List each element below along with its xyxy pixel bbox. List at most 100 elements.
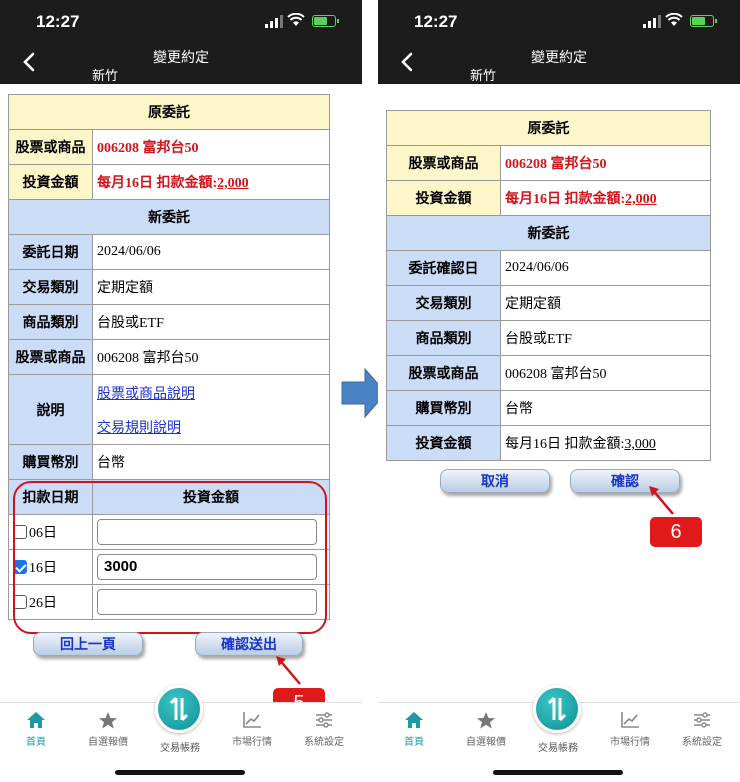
orig-amount-number: 2,000 <box>625 192 657 207</box>
confirm-date-label: 委託確認日 <box>386 250 501 286</box>
tab-home[interactable]: 首頁 <box>0 711 72 748</box>
currency-label: 購買幣別 <box>386 390 501 426</box>
new-amount-prefix: 每月16日 扣款金額: <box>505 437 625 452</box>
trade-fab[interactable] <box>533 685 581 733</box>
trade-fab[interactable] <box>155 685 203 733</box>
tab-settings-label: 系統設定 <box>304 737 344 748</box>
new-order-header: 新委託 <box>386 215 711 251</box>
tab-settings[interactable]: 系統設定 <box>666 711 738 748</box>
new-order-header: 新委託 <box>8 199 330 235</box>
currency-value: 台幣 <box>92 444 330 480</box>
orig-product-value: 006208 富邦台50 <box>500 145 711 181</box>
star-icon <box>99 712 117 729</box>
product-category-value: 台股或ETF <box>500 320 711 356</box>
wifi-icon <box>665 13 683 26</box>
nav-bar: 變更約定 新竹 <box>378 42 740 84</box>
tab-watchlist[interactable]: 自選報價 <box>72 711 144 748</box>
home-indicator <box>115 770 245 775</box>
confirm-table: 原委託 股票或商品 006208 富邦台50 投資金額 每月16日 扣款金額:2… <box>386 110 711 461</box>
tab-market[interactable]: 市場行情 <box>216 711 288 748</box>
home-icon <box>405 712 423 728</box>
orig-product-label: 股票或商品 <box>8 129 93 165</box>
orig-amount-value: 每月16日 扣款金額:2,000 <box>500 180 711 216</box>
currency-value: 台幣 <box>500 390 711 426</box>
orig-amount-label: 投資金額 <box>386 180 501 216</box>
tab-home[interactable]: 首頁 <box>378 711 450 748</box>
order-date-label: 委託日期 <box>8 234 93 270</box>
star-icon <box>477 712 495 729</box>
original-order-header: 原委託 <box>8 94 330 130</box>
nav-subtitle: 新竹 <box>470 68 497 83</box>
new-product-label: 股票或商品 <box>8 339 93 375</box>
orig-amount-prefix: 每月16日 扣款金額: <box>505 192 626 207</box>
home-indicator <box>493 770 623 775</box>
screen-step-5: 12:27 變更約定 新竹 原委託 股票或商品 006208 富邦台50 投資金… <box>0 0 362 782</box>
product-category-value: 台股或ETF <box>92 304 330 340</box>
new-amount-number: 3,000 <box>624 437 656 452</box>
original-order-header: 原委託 <box>386 110 711 146</box>
trade-icon <box>547 696 567 722</box>
nav-title: 變更約定 <box>153 49 209 65</box>
tab-watchlist[interactable]: 自選報價 <box>450 711 522 748</box>
screen-step-6: 12:27 變更約定 新竹 原委託 股票或商品 006208 富邦台50 投資金… <box>378 0 740 782</box>
nav-subtitle: 新竹 <box>92 68 119 83</box>
new-product-value: 006208 富邦台50 <box>92 339 330 375</box>
status-time: 12:27 <box>36 12 80 31</box>
tab-trade-label: 交易帳務 <box>538 743 578 754</box>
orig-amount-label: 投資金額 <box>8 164 93 200</box>
tab-settings-label: 系統設定 <box>682 737 722 748</box>
trade-icon <box>169 696 189 722</box>
step-badge: 6 <box>650 517 702 547</box>
orig-amount-number: 2,000 <box>217 176 249 191</box>
cancel-button[interactable]: 取消 <box>440 469 550 493</box>
signal-icon <box>265 15 283 28</box>
new-amount-label: 投資金額 <box>386 425 501 461</box>
new-product-value: 006208 富邦台50 <box>500 355 711 391</box>
signal-icon <box>643 15 661 28</box>
tab-trade-label: 交易帳務 <box>160 743 200 754</box>
status-bar: 12:27 <box>0 0 362 42</box>
product-category-label: 商品類別 <box>386 320 501 356</box>
tab-home-label: 首頁 <box>26 737 46 748</box>
currency-label: 購買幣別 <box>8 444 93 480</box>
orig-product-label: 股票或商品 <box>386 145 501 181</box>
chart-icon <box>243 712 261 728</box>
chart-icon <box>621 712 639 728</box>
status-time: 12:27 <box>414 12 458 31</box>
back-page-button[interactable]: 回上一頁 <box>33 632 143 656</box>
trade-type-value: 定期定額 <box>500 285 711 321</box>
tab-settings[interactable]: 系統設定 <box>288 711 360 748</box>
home-icon <box>27 712 45 728</box>
trade-type-label: 交易類別 <box>8 269 93 305</box>
new-amount-value: 每月16日 扣款金額:3,000 <box>500 425 711 461</box>
new-product-label: 股票或商品 <box>386 355 501 391</box>
confirm-date-value: 2024/06/06 <box>500 250 711 286</box>
tab-market-label: 市場行情 <box>232 737 272 748</box>
highlight-box <box>13 481 327 634</box>
description-label: 說明 <box>8 374 93 445</box>
tab-market[interactable]: 市場行情 <box>594 711 666 748</box>
status-bar: 12:27 <box>378 0 740 42</box>
tab-watchlist-label: 自選報價 <box>466 737 506 748</box>
settings-icon <box>316 712 332 728</box>
description-links: 股票或商品說明 交易規則說明 <box>92 374 330 445</box>
tab-home-label: 首頁 <box>404 737 424 748</box>
nav-title: 變更約定 <box>531 49 587 65</box>
tab-market-label: 市場行情 <box>610 737 650 748</box>
orig-amount-prefix: 每月16日 扣款金額: <box>97 176 218 191</box>
pointer-arrow-icon <box>649 486 674 515</box>
product-info-link[interactable]: 股票或商品說明 <box>97 383 325 403</box>
tab-watchlist-label: 自選報價 <box>88 737 128 748</box>
trade-type-label: 交易類別 <box>386 285 501 321</box>
order-date-value: 2024/06/06 <box>92 234 330 270</box>
orig-amount-value: 每月16日 扣款金額:2,000 <box>92 164 330 200</box>
battery-icon <box>312 15 339 27</box>
settings-icon <box>694 712 710 728</box>
trade-rules-link[interactable]: 交易規則說明 <box>97 417 325 437</box>
pointer-arrow-icon <box>276 656 301 685</box>
battery-icon <box>690 15 717 27</box>
product-category-label: 商品類別 <box>8 304 93 340</box>
nav-bar: 變更約定 新竹 <box>0 42 362 84</box>
orig-product-value: 006208 富邦台50 <box>92 129 330 165</box>
trade-type-value: 定期定額 <box>92 269 330 305</box>
